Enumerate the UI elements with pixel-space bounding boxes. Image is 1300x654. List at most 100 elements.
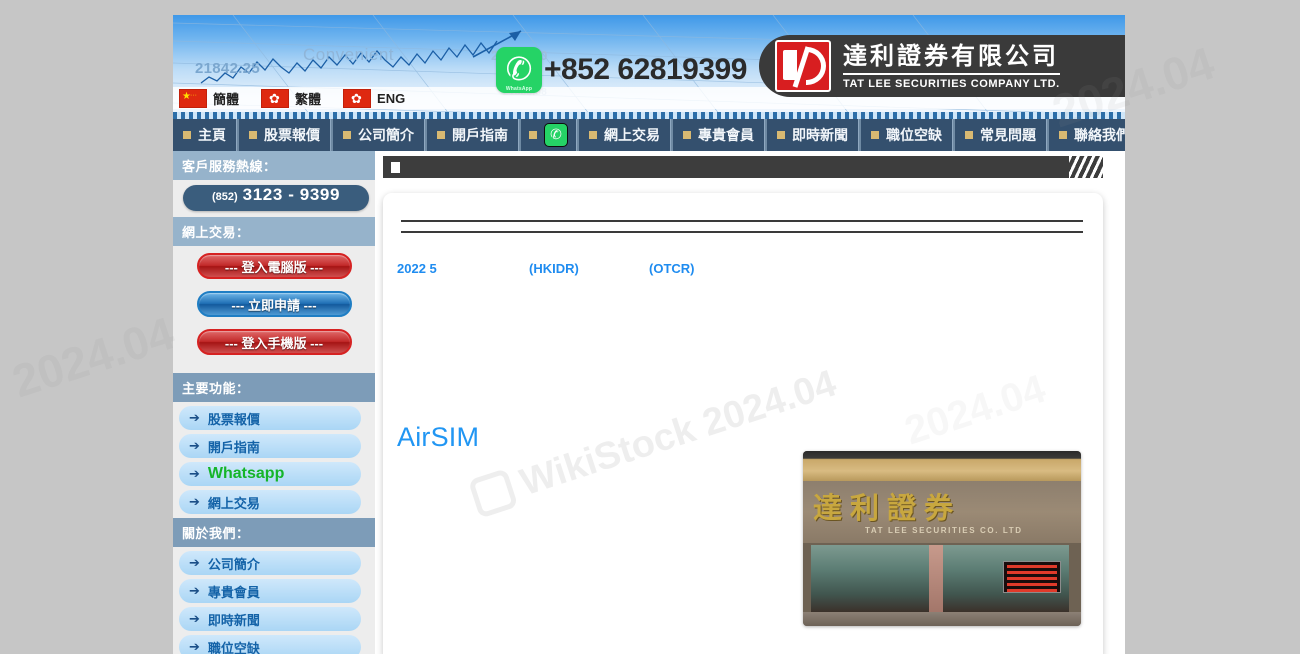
nav-label-contact-us: 聯絡我們 — [1074, 127, 1125, 143]
sidebar-label-job-vacancy: 職位空缺 — [207, 640, 260, 654]
nav-item-stock-quotes[interactable]: 股票報價 — [239, 119, 331, 151]
sidebar-label-online-trading: 網上交易 — [207, 495, 260, 511]
sidebar-label-account-guide: 開戶指南 — [207, 439, 260, 455]
photo-glass-left — [811, 545, 929, 615]
bullet-square-icon — [529, 131, 537, 139]
arrow-right-icon: ➔ — [189, 438, 200, 453]
bullet-square-icon — [437, 131, 445, 139]
sidebar-item-whatsapp[interactable]: ➔ Whatsapp — [179, 462, 361, 486]
main-navigation: 主頁 股票報價 公司簡介 開戶指南 網上交易 專貴會員 即時新聞 — [173, 119, 1125, 151]
sidebar-label-whatsapp: Whatsapp — [207, 465, 285, 482]
title-bullet-icon — [391, 161, 400, 173]
lang-option-simplified[interactable]: 簡體 — [179, 86, 240, 108]
arrow-right-icon: ➔ — [189, 611, 200, 626]
lang-option-traditional[interactable]: 繁體 — [261, 88, 322, 108]
apply-now-button[interactable]: --- 立即申請 --- — [196, 291, 352, 317]
arrow-right-icon: ➔ — [189, 494, 200, 509]
nav-label-faq: 常見問題 — [980, 127, 1036, 143]
sidebar-heading-online-trading: 網上交易： — [173, 217, 375, 246]
company-logo[interactable]: 達利證券有限公司 TAT LEE SECURITIES COMPANY LTD. — [759, 35, 1125, 97]
background-watermark-left: 2024.04 — [6, 306, 181, 408]
nav-item-realtime-news[interactable]: 即時新聞 — [767, 119, 859, 151]
website-page: Convenient 21842.25 24971.80 21583.88 ✆ … — [173, 15, 1125, 654]
nav-item-contact-us[interactable]: 聯絡我們 — [1049, 119, 1125, 151]
nav-item-whatsapp[interactable] — [521, 119, 577, 151]
nav-item-home[interactable]: 主頁 — [173, 119, 237, 151]
hongkong-flag-icon — [261, 88, 290, 108]
sidebar-item-online-trading[interactable]: ➔ 網上交易 — [179, 490, 361, 514]
main-content: 2022 5 (HKIDR) (OTCR) AirSIM 達利證券 TAT LE… — [375, 151, 1125, 654]
title-slashes-decoration — [1069, 156, 1103, 178]
sidebar-label-company-profile: 公司簡介 — [207, 556, 260, 572]
hotline-prefix: (852) — [211, 191, 238, 203]
bullet-square-icon — [1059, 131, 1067, 139]
site-header: Convenient 21842.25 24971.80 21583.88 ✆ … — [173, 15, 1125, 119]
arrow-right-icon: ➔ — [189, 639, 200, 654]
login-desktop-button[interactable]: --- 登入電腦版 --- — [196, 253, 352, 279]
nav-item-job-vacancy[interactable]: 職位空缺 — [861, 119, 953, 151]
china-flag-icon — [179, 86, 207, 108]
arrow-right-icon: ➔ — [189, 466, 200, 481]
logo-mark-icon — [775, 40, 831, 92]
sidebar-item-realtime-news[interactable]: ➔ 即時新聞 — [179, 607, 361, 631]
logo-chinese-name: 達利證券有限公司 — [843, 43, 1060, 75]
nav-item-online-trading[interactable]: 網上交易 — [579, 119, 671, 151]
bullet-square-icon — [965, 131, 973, 139]
nav-label-online-trading: 網上交易 — [604, 127, 660, 143]
nav-label-realtime-news: 即時新聞 — [792, 127, 848, 143]
bullet-square-icon — [589, 131, 597, 139]
hotline-number: 3123 - 9399 — [242, 185, 341, 204]
lang-label-english: ENG — [377, 90, 406, 106]
sidebar-item-stock-quotes[interactable]: ➔ 股票報價 — [179, 406, 361, 430]
nav-label-account-guide: 開戶指南 — [452, 127, 508, 143]
bullet-square-icon — [183, 131, 191, 139]
logo-c-shape — [806, 47, 826, 85]
photo-base — [803, 612, 1081, 626]
nav-item-vip-member[interactable]: 專貴會員 — [673, 119, 765, 151]
arrow-right-icon: ➔ — [189, 583, 200, 598]
left-sidebar: 客戶服務熱線： (852) 3123 - 9399 網上交易： --- 登入電腦… — [173, 151, 375, 654]
photo-awning — [803, 451, 1081, 481]
nav-item-account-guide[interactable]: 開戶指南 — [427, 119, 519, 151]
nav-item-company-profile[interactable]: 公司簡介 — [333, 119, 425, 151]
airsim-heading[interactable]: AirSIM — [397, 422, 1087, 453]
whatsapp-icon[interactable]: ✆ WhatsApp — [496, 47, 542, 93]
bullet-square-icon — [871, 131, 879, 139]
login-mobile-button[interactable]: --- 登入手機版 --- — [196, 329, 352, 355]
nav-item-faq[interactable]: 常見問題 — [955, 119, 1047, 151]
arrow-right-icon: ➔ — [189, 410, 200, 425]
sidebar-label-stock-quotes: 股票報價 — [207, 411, 260, 427]
notice-row[interactable]: 2022 5 (HKIDR) (OTCR) — [397, 261, 1087, 276]
lang-label-simplified: 簡體 — [213, 91, 240, 107]
sidebar-item-company-profile[interactable]: ➔ 公司簡介 — [179, 551, 361, 575]
whatsapp-glyph: ✆ — [505, 51, 533, 87]
sidebar-item-account-guide[interactable]: ➔ 開戶指南 — [179, 434, 361, 458]
header-phone-number: +852 62819399 — [544, 53, 747, 86]
header-whatsapp-contact[interactable]: ✆ WhatsApp +852 62819399 — [496, 47, 747, 93]
nav-label-vip-member: 專貴會員 — [698, 127, 754, 143]
sidebar-heading-main-functions: 主要功能： — [173, 373, 375, 402]
logo-text: 達利證券有限公司 TAT LEE SECURITIES COMPANY LTD. — [843, 43, 1060, 90]
bullet-square-icon — [249, 131, 257, 139]
header-index-value-left: 21842.25 — [195, 60, 260, 77]
hongkong-flag-icon-2 — [343, 88, 372, 108]
sidebar-item-job-vacancy[interactable]: ➔ 職位空缺 — [179, 635, 361, 654]
bullet-square-icon — [343, 131, 351, 139]
storefront-photo: 達利證券 TAT LEE SECURITIES CO. LTD — [803, 451, 1081, 626]
header-dotted-divider — [173, 112, 1125, 119]
logo-english-name: TAT LEE SECURITIES COMPANY LTD. — [843, 77, 1060, 90]
arrow-right-icon: ➔ — [189, 555, 200, 570]
header-tagline: Convenient — [303, 45, 395, 64]
divider-line-bottom — [401, 231, 1083, 233]
lang-option-english[interactable]: ENG — [343, 88, 406, 108]
whatsapp-icon[interactable] — [544, 123, 568, 147]
sidebar-label-realtime-news: 即時新聞 — [207, 612, 260, 628]
bullet-square-icon — [777, 131, 785, 139]
sidebar-item-vip-member[interactable]: ➔ 專貴會員 — [179, 579, 361, 603]
lang-label-traditional: 繁體 — [295, 91, 322, 107]
sidebar-button-group: --- 登入電腦版 --- --- 立即申請 --- --- 登入手機版 --- — [173, 246, 375, 373]
hotline-number-pill[interactable]: (852) 3123 - 9399 — [183, 185, 369, 211]
sidebar-heading-hotline: 客戶服務熱線： — [173, 151, 375, 180]
notice-otcr: (OTCR) — [649, 261, 695, 276]
photo-stock-ticker — [1003, 561, 1061, 593]
